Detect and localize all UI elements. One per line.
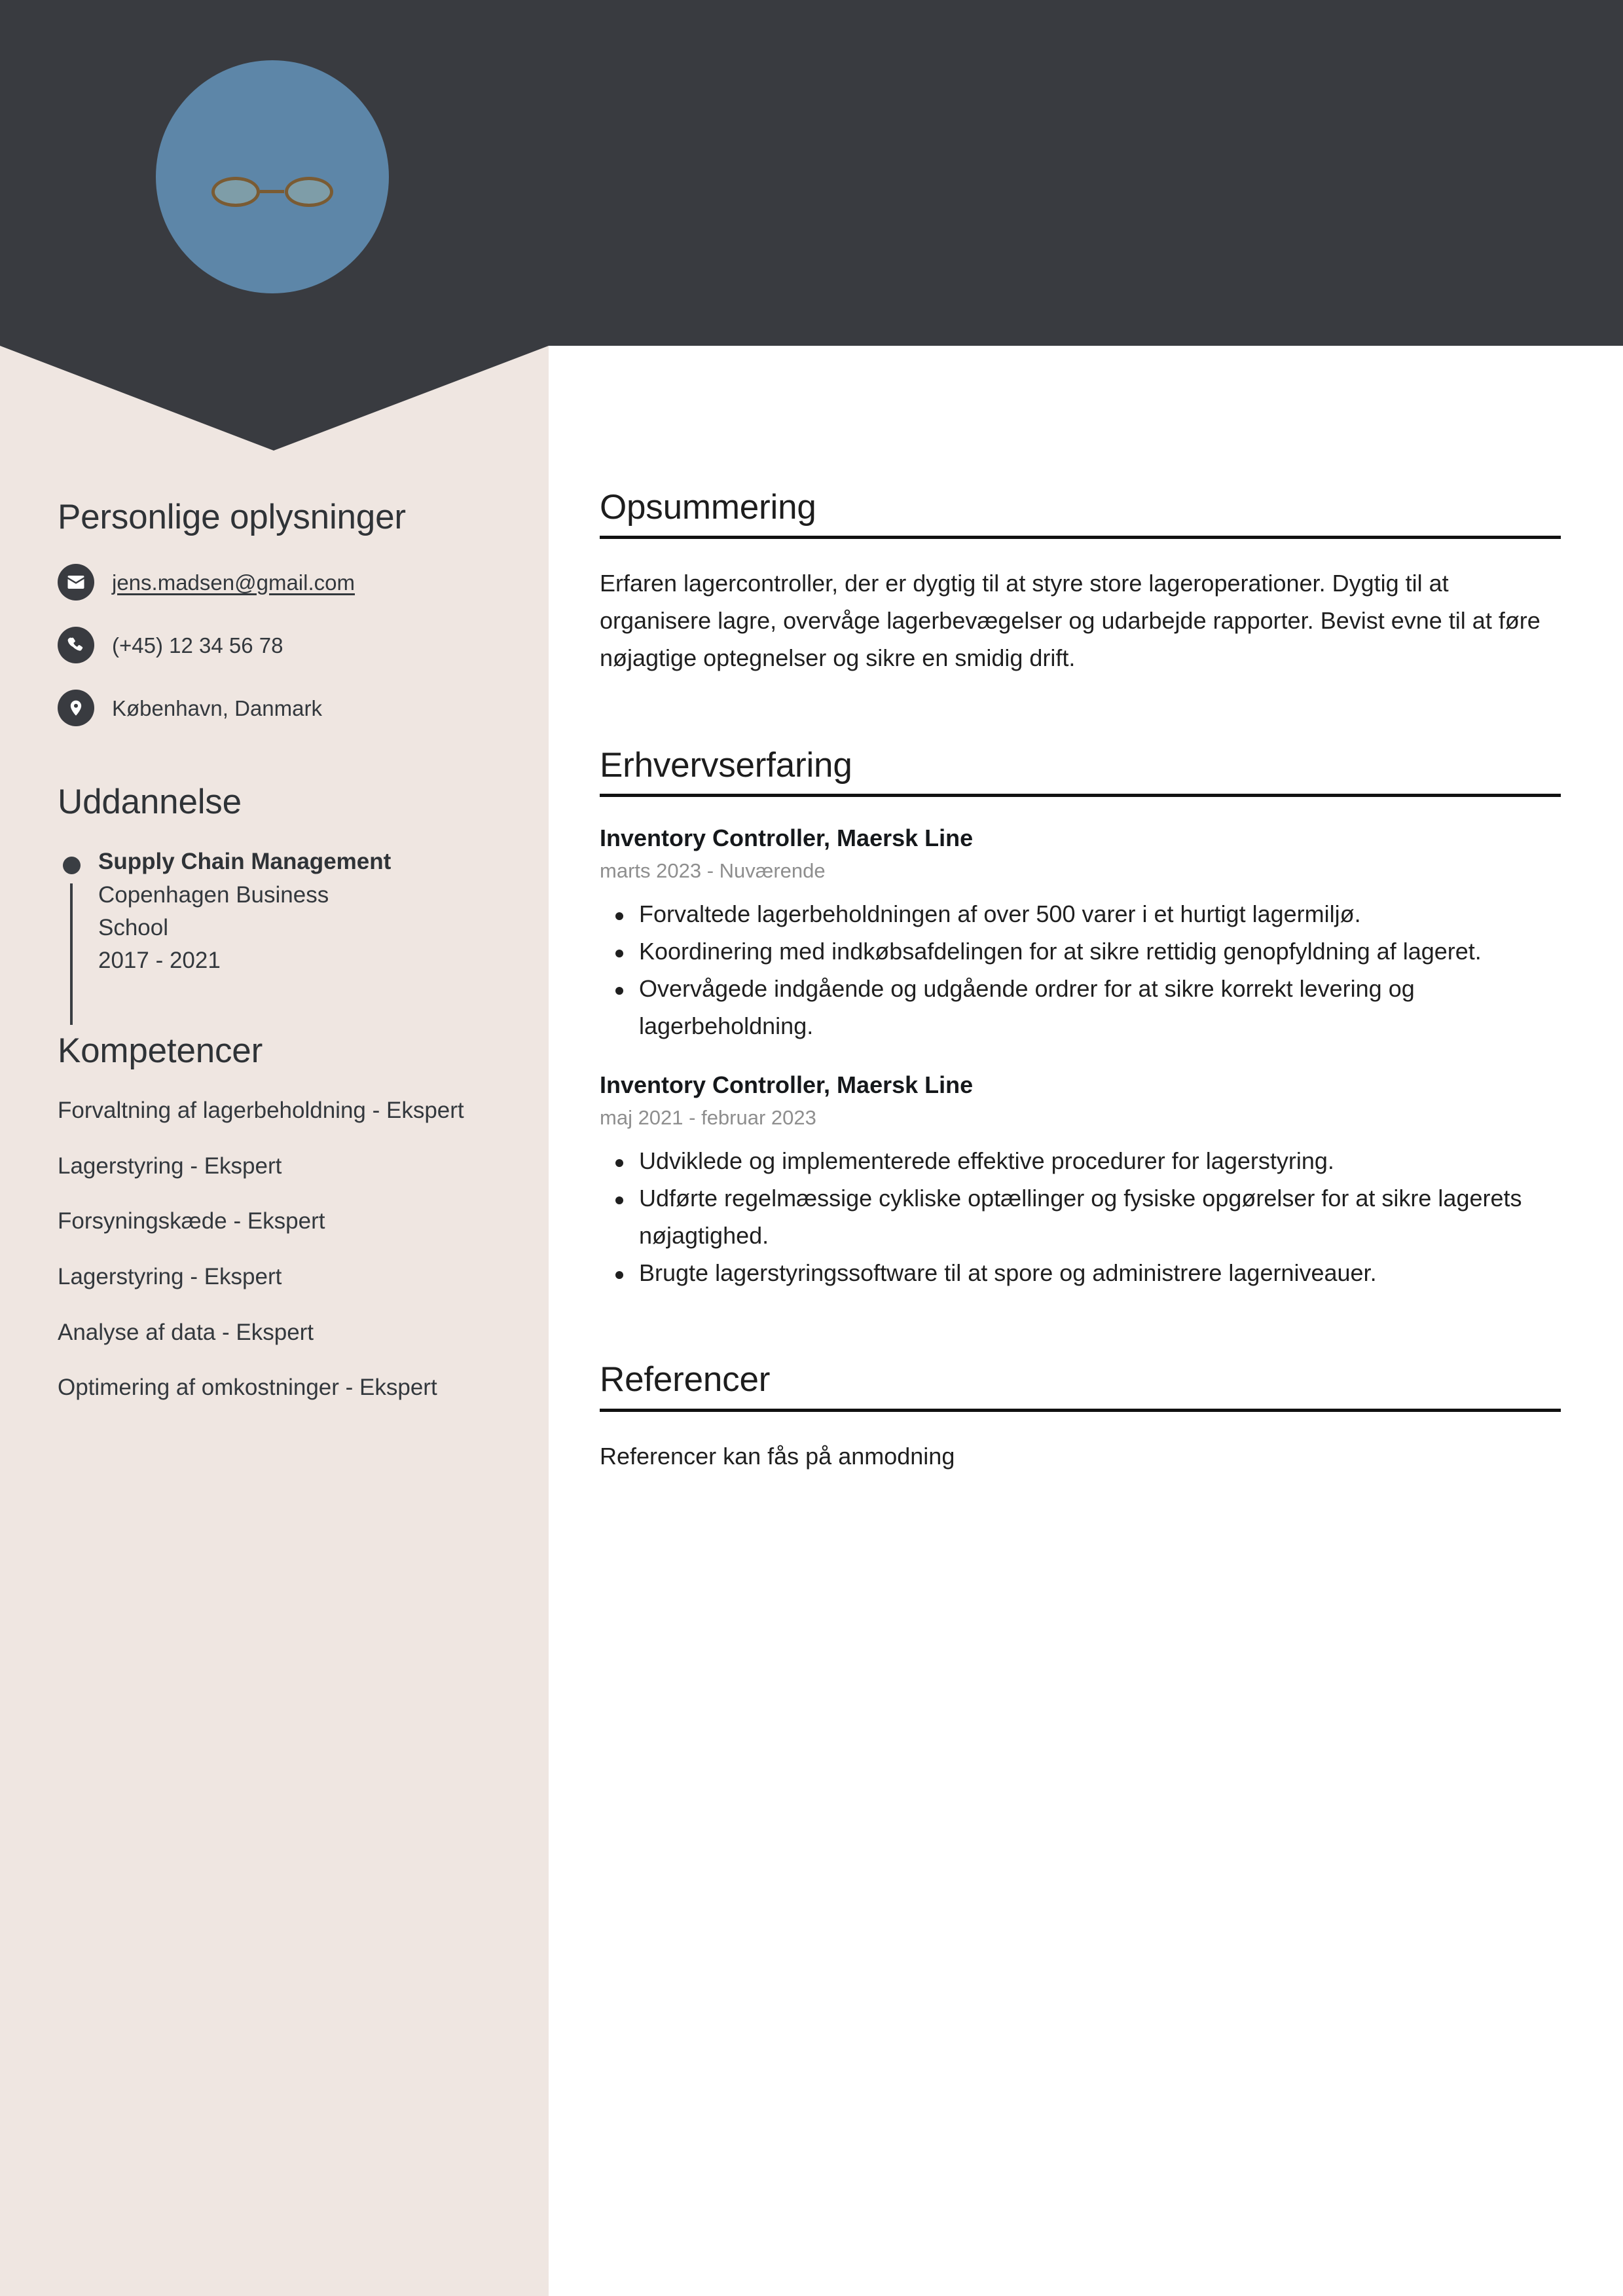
job-bullet: Koordinering med indkøbsafdelingen for a… [600,933,1561,971]
phone-value[interactable]: (+45) 12 34 56 78 [112,632,283,659]
summary-heading: Opsummering [600,488,816,527]
location-value: København, Danmark [112,695,322,720]
resume-page: Jens Madsen Inventory Controller Personl… [0,0,1623,2296]
references-divider [600,1408,1561,1412]
job-bullet: Udførte regelmæssige cykliske optællinge… [600,1180,1561,1255]
references-section: Referencer Referencer kan fås på anmodni… [600,1361,1561,1475]
timeline-line [70,883,73,1025]
job-bullet: Forvaltede lagerbeholdningen af over 500… [600,896,1561,933]
envelope-icon [58,564,94,601]
education-entry: Supply Chain Management Copenhagen Busin… [58,845,491,1025]
sidebar: Personlige oplysninger jens.madsen@gmail… [0,346,549,2296]
summary-text: Erfaren lagercontroller, der er dygtig t… [600,570,1541,672]
job-title: Inventory Controller, Maersk Line [600,1071,974,1098]
phone-icon [58,627,94,664]
education-school-line2: School [98,915,169,941]
experience-heading: Erhvervserfaring [600,745,852,785]
experience-divider [600,794,1561,798]
summary-section: Opsummering Erfaren lagercontroller, der… [600,488,1561,677]
avatar [156,60,389,293]
main-content: Opsummering Erfaren lagercontroller, der… [600,488,1561,1475]
skills-list: Forvaltning af lagerbeholdning - Ekspert… [58,1094,491,1404]
education-heading: Uddannelse [58,783,242,822]
glasses-detail [211,177,333,208]
skill-item: Forvaltning af lagerbeholdning - Ekspert [58,1097,464,1123]
skills-heading: Kompetencer [58,1031,263,1071]
contact-row-location: København, Danmark [58,690,491,727]
job-bullet: Overvågede indgående og udgående ordrer … [600,971,1561,1045]
references-text: Referencer kan fås på anmodning [600,1442,955,1470]
contact-row-phone[interactable]: (+45) 12 34 56 78 [58,627,491,664]
job-title: Inventory Controller, Maersk Line [600,824,974,852]
job-bullet-list: Udviklede og implementerede effektive pr… [600,1143,1561,1292]
job-bullet: Udviklede og implementerede effektive pr… [600,1143,1561,1180]
summary-divider [600,536,1561,540]
timeline-dot-icon [63,856,81,874]
skill-item: Optimering af omkostninger - Ekspert [58,1375,437,1401]
location-pin-icon [58,690,94,727]
skill-item: Forsyningskæde - Ekspert [58,1208,325,1234]
job-bullet: Brugte lagerstyringssoftware til at spor… [600,1255,1561,1292]
contact-row-email[interactable]: jens.madsen@gmail.com [58,564,491,601]
education-degree: Supply Chain Management [98,848,392,874]
job-dates: maj 2021 - februar 2023 [600,1105,816,1129]
job-entry: Inventory Controller, Maersk Line maj 20… [600,1070,1561,1292]
email-value[interactable]: jens.madsen@gmail.com [112,569,355,596]
job-gap [600,1045,1561,1070]
contact-list: jens.madsen@gmail.com (+45) 12 34 56 78 [58,564,491,727]
experience-section: Erhvervserfaring Inventory Controller, M… [600,745,1561,1292]
skill-item: Lagerstyring - Ekspert [58,1263,282,1289]
personal-info-heading: Personlige oplysninger [58,498,406,536]
education-school-line1: Copenhagen Business [98,882,329,908]
skill-item: Lagerstyring - Ekspert [58,1153,282,1179]
job-entry: Inventory Controller, Maersk Line marts … [600,823,1561,1045]
references-heading: Referencer [600,1360,771,1399]
job-bullet-list: Forvaltede lagerbeholdningen af over 500… [600,896,1561,1045]
job-dates: marts 2023 - Nuværende [600,859,826,883]
skill-item: Analyse af data - Ekspert [58,1319,314,1345]
education-dates: 2017 - 2021 [98,947,221,973]
